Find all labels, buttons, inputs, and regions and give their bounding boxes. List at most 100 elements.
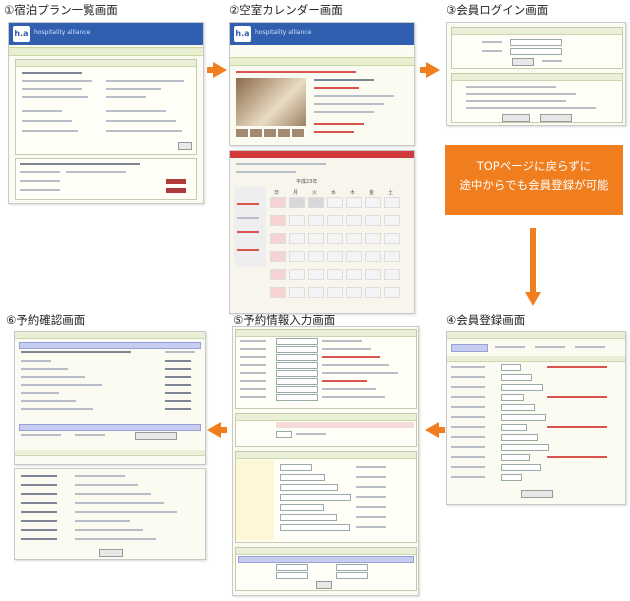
calendar-day-cell[interactable] — [308, 269, 324, 280]
form-field[interactable] — [501, 434, 538, 441]
form-field[interactable] — [276, 386, 318, 393]
calendar-day-cell[interactable] — [346, 269, 362, 280]
form-label — [451, 426, 485, 428]
form-field[interactable] — [501, 394, 524, 401]
calendar-day-cell[interactable] — [327, 215, 343, 226]
calendar-day-cell[interactable] — [346, 287, 362, 298]
form-field[interactable] — [280, 464, 312, 471]
form-field[interactable] — [501, 454, 530, 461]
password-field[interactable] — [510, 48, 562, 55]
rate-field[interactable] — [336, 564, 368, 571]
form-field[interactable] — [501, 424, 527, 431]
login-button[interactable] — [512, 58, 534, 66]
member-id-field[interactable] — [510, 39, 562, 46]
form-field[interactable] — [276, 378, 318, 385]
reserve-button[interactable] — [166, 188, 186, 193]
form-field[interactable] — [501, 414, 546, 421]
calendar-day-cell[interactable] — [308, 287, 324, 298]
register-button[interactable] — [502, 114, 530, 122]
cancel-policy-button[interactable] — [135, 432, 177, 440]
calendar-day-cell[interactable] — [346, 233, 362, 244]
form-field[interactable] — [501, 404, 535, 411]
flow-arrow-shaft — [530, 228, 536, 292]
calendar-weekday: 水 — [331, 190, 337, 196]
calendar-day-cell[interactable] — [365, 251, 381, 262]
text-line — [21, 400, 76, 402]
calendar-day-cell[interactable] — [270, 215, 286, 226]
text-line — [21, 529, 57, 531]
calendar-day-cell[interactable] — [308, 233, 324, 244]
calendar-day-cell[interactable] — [327, 269, 343, 280]
form-label — [451, 376, 485, 378]
continue-button[interactable] — [540, 114, 572, 122]
calendar-day-cell[interactable] — [384, 233, 400, 244]
text-line — [575, 346, 605, 348]
calendar-day-cell[interactable] — [270, 233, 286, 244]
calendar-day-cell[interactable] — [384, 269, 400, 280]
text-line — [21, 434, 61, 436]
calendar-day-cell[interactable] — [289, 215, 305, 226]
form-field[interactable] — [280, 514, 337, 521]
form-field[interactable] — [501, 384, 543, 391]
calendar-day-cell[interactable] — [384, 197, 400, 208]
form-field[interactable] — [280, 494, 351, 501]
form-field[interactable] — [276, 346, 318, 353]
calendar-day-cell[interactable] — [289, 197, 305, 208]
reserve-confirm-button[interactable] — [99, 549, 123, 557]
form-field[interactable] — [501, 444, 549, 451]
calendar-day-cell[interactable] — [270, 251, 286, 262]
calendar-day-cell[interactable] — [327, 197, 343, 208]
calendar-day-cell[interactable] — [308, 197, 324, 208]
rate-field[interactable] — [336, 572, 368, 579]
form-field[interactable] — [280, 504, 324, 511]
form-label — [240, 348, 266, 350]
calendar-day-cell[interactable] — [289, 287, 305, 298]
form-field[interactable] — [501, 364, 521, 371]
calendar-day-cell[interactable] — [308, 215, 324, 226]
form-field[interactable] — [276, 394, 318, 401]
form-field[interactable] — [280, 474, 325, 481]
calendar-day-cell[interactable] — [289, 233, 305, 244]
rate-field[interactable] — [276, 564, 308, 571]
calendar-day-cell[interactable] — [289, 251, 305, 262]
form-field[interactable] — [276, 370, 318, 377]
reserve-button[interactable] — [166, 179, 186, 184]
calendar-day-cell[interactable] — [384, 215, 400, 226]
next-button[interactable] — [316, 581, 332, 589]
calendar-day-cell[interactable] — [346, 251, 362, 262]
calendar-day-cell[interactable] — [327, 251, 343, 262]
calendar-day-cell[interactable] — [365, 197, 381, 208]
confirm-button[interactable] — [521, 490, 553, 498]
section-header — [236, 330, 416, 337]
calendar-day-cell[interactable] — [365, 215, 381, 226]
calendar-day-cell[interactable] — [365, 233, 381, 244]
calendar-day-cell[interactable] — [270, 287, 286, 298]
form-field[interactable] — [280, 524, 350, 531]
text-line — [165, 360, 191, 362]
calendar-day-cell[interactable] — [327, 287, 343, 298]
rate-field[interactable] — [276, 572, 308, 579]
form-note — [547, 456, 607, 458]
calendar-day-cell[interactable] — [346, 197, 362, 208]
calendar-day-cell[interactable] — [270, 197, 286, 208]
form-field[interactable] — [276, 362, 318, 369]
calendar-day-cell[interactable] — [384, 287, 400, 298]
calendar-day-cell[interactable] — [384, 251, 400, 262]
calendar-day-cell[interactable] — [270, 269, 286, 280]
calendar-day-cell[interactable] — [346, 215, 362, 226]
text-line — [22, 110, 62, 112]
form-field[interactable] — [280, 484, 338, 491]
calendar-day-cell[interactable] — [308, 251, 324, 262]
calendar-day-cell[interactable] — [365, 287, 381, 298]
form-field[interactable] — [276, 354, 318, 361]
calendar-day-cell[interactable] — [365, 269, 381, 280]
search-button[interactable] — [178, 142, 192, 150]
form-field[interactable] — [501, 464, 541, 471]
text-line — [165, 351, 195, 353]
form-field[interactable] — [501, 374, 532, 381]
form-field[interactable] — [276, 338, 318, 345]
calendar-day-cell[interactable] — [327, 233, 343, 244]
stay-field[interactable] — [276, 431, 292, 438]
form-field[interactable] — [501, 474, 522, 481]
calendar-day-cell[interactable] — [289, 269, 305, 280]
